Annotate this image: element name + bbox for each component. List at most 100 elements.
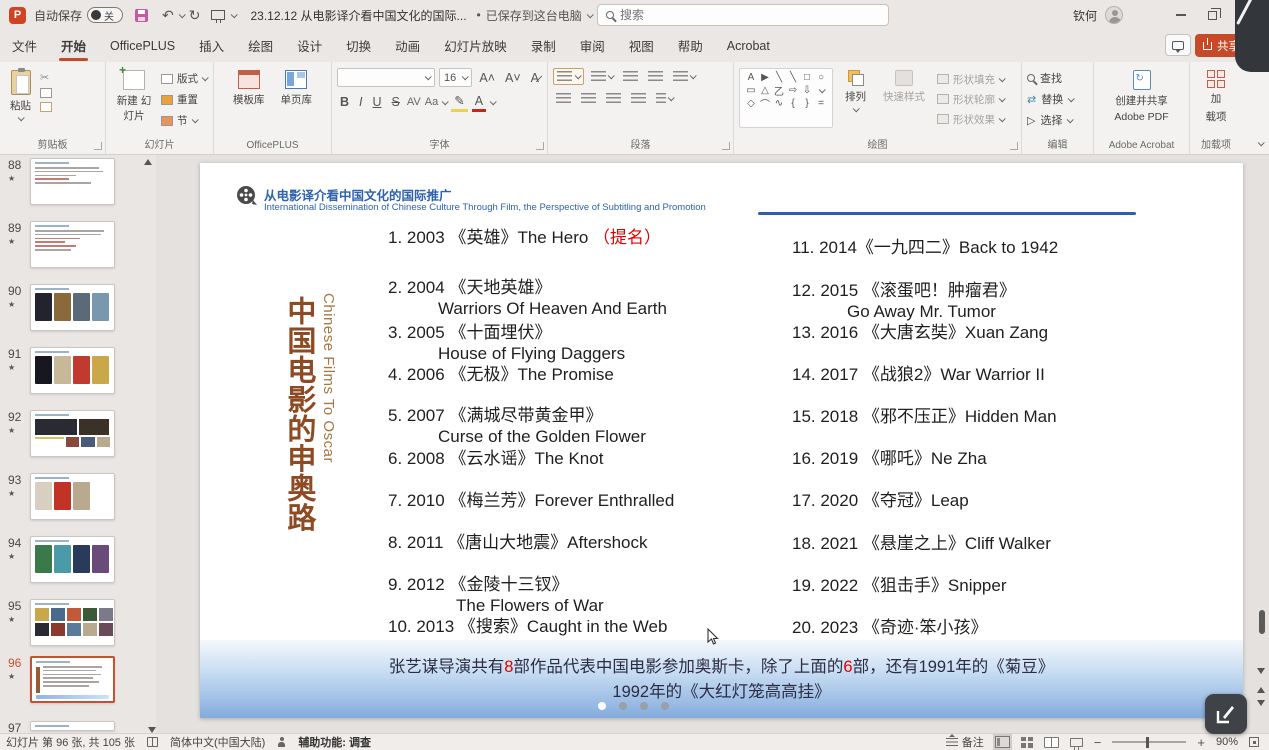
addins-button[interactable]: 加 载项 xyxy=(1195,68,1237,126)
vertical-scrollbar[interactable] xyxy=(1257,155,1266,733)
clear-format-button[interactable]: A̷ xyxy=(528,70,542,86)
slide-thumbnail-90[interactable] xyxy=(30,284,115,331)
comments-button[interactable] xyxy=(1165,34,1191,56)
font-color-dropdown-icon[interactable] xyxy=(490,98,497,105)
avatar[interactable] xyxy=(1105,6,1123,24)
font-name-combo[interactable] xyxy=(337,68,435,87)
align-left-button[interactable] xyxy=(553,91,574,106)
select-button[interactable]: ▷选择 xyxy=(1027,112,1088,128)
tab-animations[interactable]: 动画 xyxy=(383,29,432,63)
layout-button[interactable]: 版式 xyxy=(161,71,207,86)
change-case-dropdown-icon[interactable] xyxy=(442,98,449,105)
shrink-font-button[interactable]: A˅ xyxy=(502,70,524,86)
tab-review[interactable]: 审阅 xyxy=(568,29,617,63)
font-size-combo[interactable]: 16 xyxy=(439,68,472,87)
tab-draw[interactable]: 绘图 xyxy=(236,29,285,63)
reset-button[interactable]: 重置 xyxy=(161,92,207,107)
tab-record[interactable]: 录制 xyxy=(519,29,568,63)
create-share-pdf-button[interactable]: 创建并共享 Adobe PDF xyxy=(1099,68,1184,125)
slide-thumbnail-96-selected[interactable] xyxy=(30,656,115,703)
zoom-level[interactable]: 90% xyxy=(1216,736,1238,748)
zoom-slider-thumb[interactable] xyxy=(1146,737,1150,748)
page-library-button[interactable]: 单页库 xyxy=(276,68,318,109)
slide-thumbnail-91[interactable] xyxy=(30,347,115,394)
next-slide-icon[interactable] xyxy=(1257,700,1265,706)
slide-thumbnail-88[interactable] xyxy=(30,158,115,205)
line-spacing-button[interactable] xyxy=(670,69,698,84)
font-color-button[interactable]: A xyxy=(472,93,486,112)
autosave-control[interactable]: 自动保存 关 xyxy=(34,7,123,24)
change-case-button[interactable]: Aa xyxy=(425,96,438,108)
slide-editor[interactable]: 从电影译介看中国文化的国际推广 International Disseminat… xyxy=(200,163,1243,718)
save-icon[interactable] xyxy=(135,9,148,22)
character-spacing-button[interactable]: AV xyxy=(407,96,421,108)
quick-access-overflow-icon[interactable] xyxy=(231,11,238,18)
tab-file[interactable]: 文件 xyxy=(0,29,49,63)
shape-fill-button[interactable]: 形状填充 xyxy=(937,70,1004,88)
tab-view[interactable]: 视图 xyxy=(617,29,666,63)
slide-thumbnail-92[interactable] xyxy=(30,410,115,457)
grow-font-button[interactable]: A˄ xyxy=(476,70,498,86)
slide-thumbnail-95[interactable] xyxy=(30,599,115,646)
quick-styles-button[interactable]: 快速样式 xyxy=(878,68,930,128)
replace-button[interactable]: ⇄替换 xyxy=(1027,91,1088,107)
notes-button[interactable]: 备注 xyxy=(946,734,984,750)
save-status[interactable]: •已保存到这台电脑 xyxy=(477,7,592,24)
slide-thumbnail-93[interactable] xyxy=(30,473,115,520)
zoom-in-button[interactable]: + xyxy=(1197,735,1205,750)
search-input[interactable] xyxy=(620,8,840,22)
paragraph-dialog-launcher[interactable] xyxy=(722,142,730,150)
numbering-button[interactable] xyxy=(588,69,616,84)
slide-sorter-view-button[interactable] xyxy=(1021,737,1033,748)
decrease-indent-button[interactable] xyxy=(620,69,641,84)
shape-effects-button[interactable]: 形状效果 xyxy=(937,110,1004,128)
normal-view-button[interactable] xyxy=(995,736,1010,748)
new-slide-button[interactable]: 新建 幻灯片 xyxy=(111,68,157,128)
zoom-out-button[interactable]: − xyxy=(1094,735,1102,750)
accessibility-status[interactable]: 辅助功能: 调查 xyxy=(298,734,371,750)
italic-button[interactable]: I xyxy=(356,94,365,110)
slideshow-view-button[interactable] xyxy=(1070,738,1083,747)
format-painter-button[interactable] xyxy=(40,102,52,112)
slide-thumbnail-94[interactable] xyxy=(30,536,115,583)
undo-button[interactable]: ↶ xyxy=(162,8,174,22)
paste-button[interactable]: 粘贴 xyxy=(5,68,36,123)
tab-help[interactable]: 帮助 xyxy=(666,29,715,63)
tab-acrobat[interactable]: Acrobat xyxy=(715,32,782,61)
autosave-toggle[interactable]: 关 xyxy=(87,7,123,23)
slide-thumbnail-89[interactable] xyxy=(30,221,115,268)
spelling-check-icon[interactable] xyxy=(147,737,158,747)
bold-button[interactable]: B xyxy=(337,94,352,110)
search-box[interactable] xyxy=(597,4,889,26)
tab-home[interactable]: 开始 xyxy=(49,29,98,63)
section-button[interactable]: 节 xyxy=(161,113,207,128)
tab-slideshow[interactable]: 幻灯片放映 xyxy=(432,29,519,63)
strikethrough-button[interactable]: S xyxy=(389,94,403,110)
bullets-button[interactable] xyxy=(553,68,584,85)
clipboard-dialog-launcher[interactable] xyxy=(94,142,102,150)
tab-design[interactable]: 设计 xyxy=(285,29,334,63)
increase-indent-button[interactable] xyxy=(645,69,666,84)
fit-slide-to-window-icon[interactable] xyxy=(1249,737,1259,747)
justify-button[interactable] xyxy=(628,91,649,106)
underline-button[interactable]: U xyxy=(370,94,385,110)
tab-insert[interactable]: 插入 xyxy=(187,29,236,63)
font-dialog-launcher[interactable] xyxy=(536,142,544,150)
template-library-button[interactable]: 模板库 xyxy=(228,68,270,109)
scroll-down-icon[interactable] xyxy=(1257,668,1265,674)
tab-transitions[interactable]: 切换 xyxy=(334,29,383,63)
highlight-color-button[interactable]: ✎ xyxy=(451,92,467,112)
slide-thumbnail-97[interactable] xyxy=(30,721,115,731)
tab-officeplus[interactable]: OfficePLUS xyxy=(98,32,187,61)
shape-outline-button[interactable]: 形状轮廓 xyxy=(937,90,1004,108)
language-indicator[interactable]: 简体中文(中国大陆) xyxy=(170,734,265,750)
columns-button[interactable] xyxy=(653,91,676,106)
restore-window-button[interactable] xyxy=(1208,11,1217,20)
align-center-button[interactable] xyxy=(578,91,599,106)
undo-dropdown-icon[interactable] xyxy=(178,11,185,18)
scrollbar-thumb[interactable] xyxy=(1259,610,1265,634)
minimize-button[interactable] xyxy=(1176,14,1186,16)
previous-slide-icon[interactable] xyxy=(1257,687,1265,693)
reading-view-button[interactable] xyxy=(1044,737,1059,748)
zoom-slider[interactable] xyxy=(1112,741,1186,743)
